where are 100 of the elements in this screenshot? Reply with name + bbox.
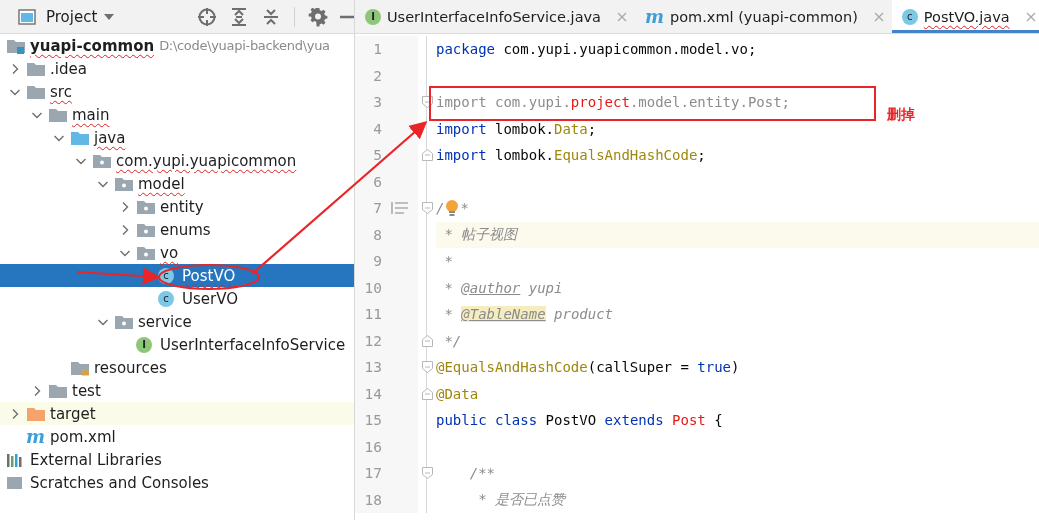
code-token: */ — [443, 332, 462, 349]
item-label: com.yupi.yuapicommon — [116, 151, 297, 170]
tree-item[interactable]: c UserVO — [0, 287, 354, 310]
code-token: ; — [587, 120, 597, 137]
package-icon — [136, 244, 156, 261]
dropdown-caret-icon[interactable] — [103, 12, 116, 21]
item-label: resources — [94, 358, 167, 377]
item-label: .idea — [50, 59, 87, 78]
line-number: 18 — [363, 491, 382, 508]
code-token: com.yupi.yuapicommon.model.vo; — [502, 41, 757, 58]
code-token: Post — [672, 412, 706, 429]
tab-label: pom.xml (yuapi-common) — [670, 8, 858, 25]
code-token: ) — [731, 359, 740, 376]
line-number: 4 — [372, 120, 382, 137]
item-label: UserVO — [182, 289, 238, 308]
line-number: 6 — [372, 173, 382, 190]
code-token: import — [436, 147, 487, 164]
code-token: ; — [697, 147, 706, 164]
maven-icon: m — [645, 8, 665, 25]
tree-item[interactable]: yuapi-common D:\code\yuapi-backend\yua — [0, 34, 354, 57]
fold-start-icon[interactable] — [421, 96, 433, 109]
item-label: yuapi-common — [30, 36, 155, 55]
item-label: Scratches and Consoles — [30, 473, 209, 492]
expand-all-icon[interactable] — [229, 6, 249, 27]
fold-start-icon[interactable] — [421, 202, 433, 215]
package-icon — [114, 313, 134, 330]
lightbulb-icon[interactable] — [445, 199, 460, 218]
maven-icon: m — [26, 428, 46, 445]
item-label: src — [50, 82, 72, 101]
code-token: Data — [554, 120, 588, 137]
scratches-icon — [6, 474, 24, 491]
tree-item[interactable]: com.yupi.yuapicommon — [0, 149, 354, 172]
item-label: External Libraries — [30, 450, 162, 469]
tree-item[interactable]: java — [0, 126, 354, 149]
close-icon[interactable] — [873, 11, 884, 22]
tree-item[interactable]: target — [0, 402, 354, 425]
tree-item[interactable]: .idea — [0, 57, 354, 80]
code-token: PostVO — [544, 412, 598, 429]
tree-item[interactable]: vo — [0, 241, 354, 264]
code-token: * — [443, 306, 454, 323]
folder-icon — [70, 359, 90, 376]
tree-item[interactable]: Scratches and Consoles — [0, 471, 354, 494]
panel-icon — [18, 8, 36, 25]
tree-item[interactable]: External Libraries — [0, 448, 354, 471]
tree-item[interactable]: main — [0, 103, 354, 126]
tree-item[interactable]: src — [0, 80, 354, 103]
tree-item[interactable]: c PostVO — [0, 264, 354, 287]
tree-item[interactable]: service — [0, 310, 354, 333]
class-icon: c — [158, 290, 174, 307]
tree-item[interactable]: resources — [0, 356, 354, 379]
code-token: { — [713, 412, 723, 429]
code-token: package — [436, 41, 495, 58]
module-path: D:\code\yuapi-backend\yua — [159, 38, 330, 53]
line-number: 1 — [372, 41, 382, 58]
editor-tab[interactable]: I UserInterfaceInfoService.java — [355, 0, 635, 33]
tree-item[interactable]: test — [0, 379, 354, 402]
annotation-note: 删掉 — [887, 106, 915, 124]
collapse-all-icon[interactable] — [261, 6, 281, 27]
locate-icon[interactable] — [197, 6, 217, 27]
close-icon[interactable] — [1025, 11, 1036, 22]
tree-item[interactable]: model — [0, 172, 354, 195]
folder-icon — [70, 129, 90, 146]
panel-title[interactable]: Project — [46, 7, 98, 26]
tree-item[interactable]: enums — [0, 218, 354, 241]
package-icon — [114, 175, 134, 192]
tab-label: PostVO.java — [923, 8, 1010, 25]
line-number: 11 — [363, 306, 382, 323]
code-token: extends — [604, 412, 665, 429]
item-label: main — [72, 105, 110, 124]
libraries-icon — [6, 451, 24, 468]
line-number: 15 — [363, 412, 382, 429]
code-token: @TableName — [461, 306, 546, 323]
code-token: @EqualsAndHashCode — [436, 359, 588, 376]
item-label: target — [50, 404, 96, 423]
editor-tab[interactable]: c PostVO.java — [891, 0, 1039, 33]
code-token: / — [436, 200, 445, 217]
item-label: test — [72, 381, 101, 400]
interface-icon: I — [136, 336, 152, 353]
settings-icon[interactable] — [308, 6, 328, 27]
fold-start-icon[interactable] — [421, 467, 433, 480]
tree-item[interactable]: entity — [0, 195, 354, 218]
code-token: public class — [436, 412, 538, 429]
code-token: yupi — [527, 279, 563, 296]
line-number: 2 — [372, 67, 382, 84]
code-token: @Data — [436, 385, 479, 402]
code-token: * — [443, 253, 453, 270]
code-token: /** — [468, 465, 495, 482]
code-token: project — [570, 94, 630, 111]
item-label: enums — [160, 220, 211, 239]
tree-item[interactable]: m pom.xml — [0, 425, 354, 448]
item-label: entity — [160, 197, 204, 216]
item-label: UserInterfaceInfoService — [160, 335, 346, 354]
code-token: lombok. — [494, 147, 554, 164]
line-number: 10 — [363, 279, 382, 296]
tree-item[interactable]: I UserInterfaceInfoService — [0, 333, 354, 356]
fold-start-icon[interactable] — [421, 361, 433, 374]
close-icon[interactable] — [617, 11, 627, 22]
folder-icon — [26, 60, 46, 77]
line-number: 13 — [363, 359, 382, 376]
editor-tab[interactable]: m pom.xml (yuapi-common) — [635, 0, 892, 33]
